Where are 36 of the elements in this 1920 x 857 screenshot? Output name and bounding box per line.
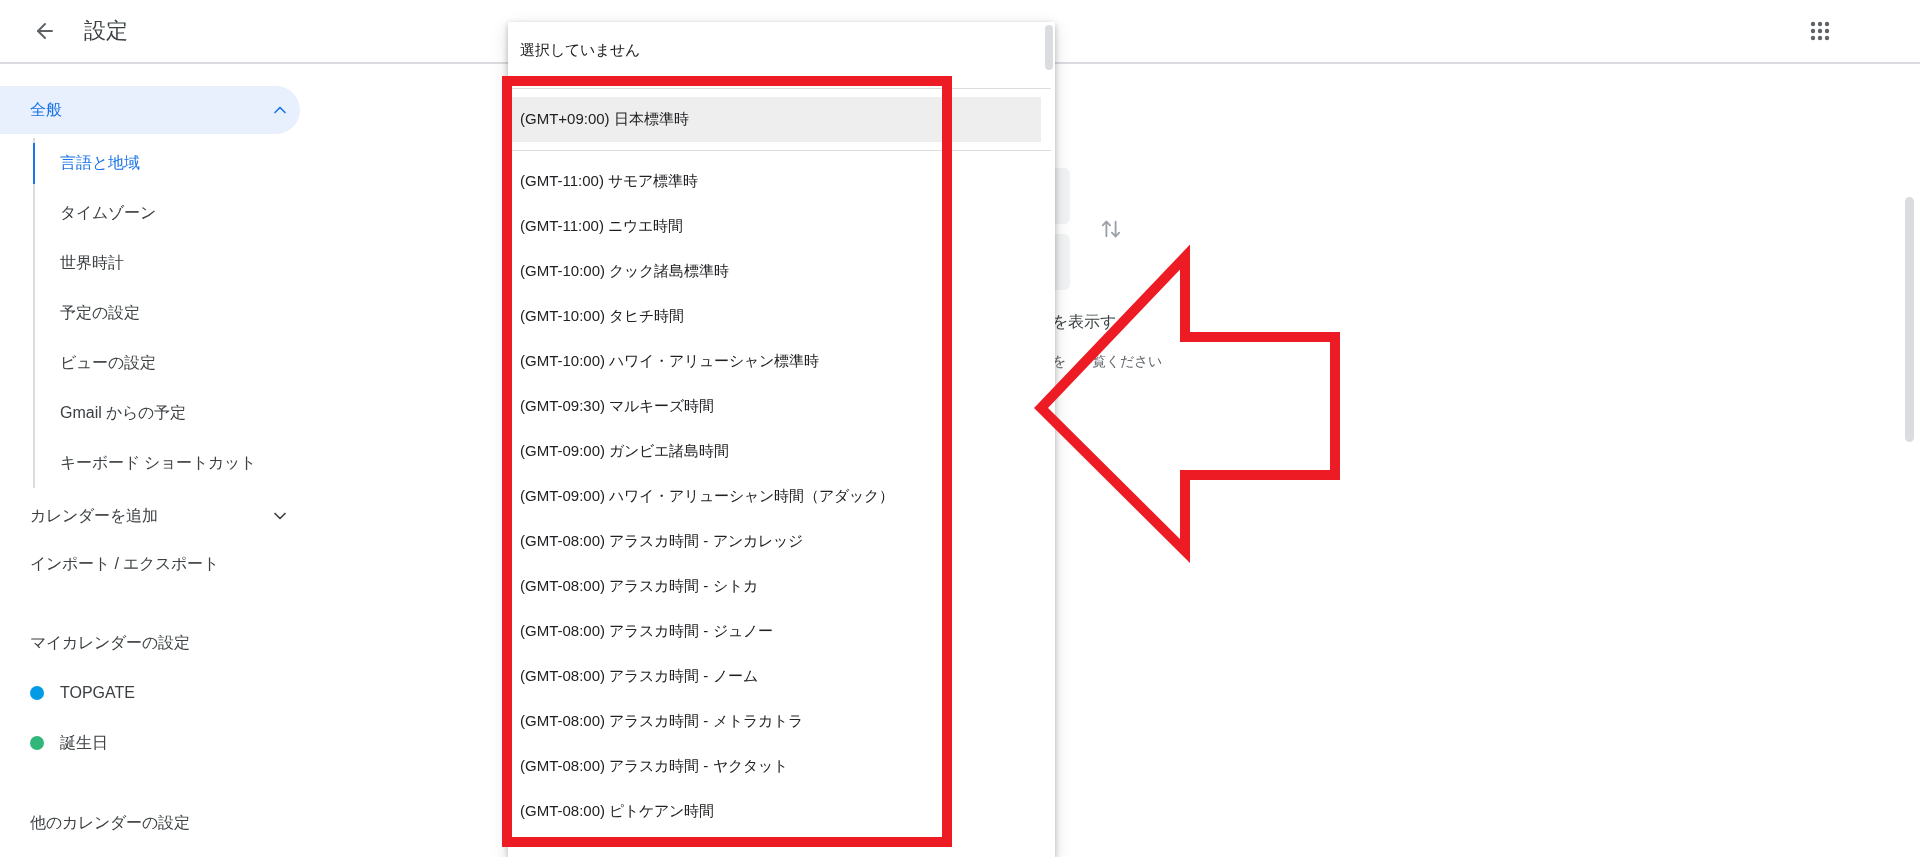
sidebar-subitem[interactable]: 予定の設定 bbox=[33, 292, 140, 334]
menu-option[interactable]: (GMT-08:00) アラスカ時間 - ノーム bbox=[508, 654, 1041, 699]
menu-option[interactable]: (GMT-08:00) アラスカ時間 - ヤクタット bbox=[508, 744, 1041, 789]
sidebar-subitem[interactable]: ビューの設定 bbox=[33, 342, 156, 384]
scrollbar[interactable] bbox=[1905, 197, 1914, 442]
section-heading: 他のカレンダーの設定 bbox=[29, 812, 191, 833]
menu-option[interactable]: (GMT-11:00) サモア標準時 bbox=[508, 159, 1041, 204]
menu-option[interactable]: (GMT-09:00) ガンビエ諸島時間 bbox=[508, 429, 1041, 474]
menu-scrollbar[interactable] bbox=[1045, 25, 1053, 70]
menu-option[interactable]: 選択していません bbox=[508, 30, 1041, 70]
setting-label: を表示す bbox=[1052, 312, 1116, 332]
menu-option[interactable]: (GMT-09:00) ハワイ・アリューシャン時間（アダック） bbox=[508, 474, 1041, 519]
sidebar-subitem[interactable]: タイムゾーン bbox=[33, 192, 156, 234]
menu-option[interactable]: (GMT-08:00) ピトケアン時間 bbox=[508, 789, 1041, 834]
sidebar-subitem[interactable]: 世界時計 bbox=[33, 242, 124, 284]
menu-option[interactable]: (GMT-09:30) マルキーズ時間 bbox=[508, 384, 1041, 429]
apps-grid-icon[interactable] bbox=[1810, 21, 1830, 41]
menu-option[interactable]: (GMT-08:00) アラスカ時間 - アンカレッジ bbox=[508, 519, 1041, 564]
menu-option[interactable]: (GMT-10:00) タヒチ時間 bbox=[508, 294, 1041, 339]
sidebar-subitem[interactable]: Gmail からの予定 bbox=[33, 392, 187, 434]
menu-option[interactable]: (GMT-08:00) アラスカ時間 - シトカ bbox=[508, 564, 1041, 609]
sidebar-item[interactable]: カレンダーを追加 bbox=[0, 492, 300, 540]
section-heading: マイカレンダーの設定 bbox=[29, 632, 191, 653]
sidebar-item[interactable]: インポート / エクスポート bbox=[0, 540, 300, 588]
sidebar-subitem[interactable]: キーボード ショートカット bbox=[33, 442, 257, 484]
menu-option[interactable]: (GMT-11:00) ニウエ時間 bbox=[508, 204, 1041, 249]
sidebar-subitem[interactable]: 言語と地域 bbox=[33, 142, 140, 184]
sidebar-item[interactable]: 全般 bbox=[0, 86, 300, 134]
swap-icon[interactable] bbox=[1100, 218, 1122, 240]
calendar-name[interactable]: 誕生日 bbox=[60, 732, 108, 754]
menu-option[interactable]: (GMT-08:00) アラスカ時間 - ジュノー bbox=[508, 609, 1041, 654]
menu-option[interactable]: (GMT-10:00) クック諸島標準時 bbox=[508, 249, 1041, 294]
menu-option[interactable]: (GMT-10:00) ハワイ・アリューシャン標準時 bbox=[508, 339, 1041, 384]
calendar-name[interactable]: TOPGATE bbox=[60, 684, 135, 702]
menu-option[interactable]: (GMT-08:00) アラスカ時間 - メトラカトラ bbox=[508, 699, 1041, 744]
page-title: 設定 bbox=[84, 17, 128, 45]
